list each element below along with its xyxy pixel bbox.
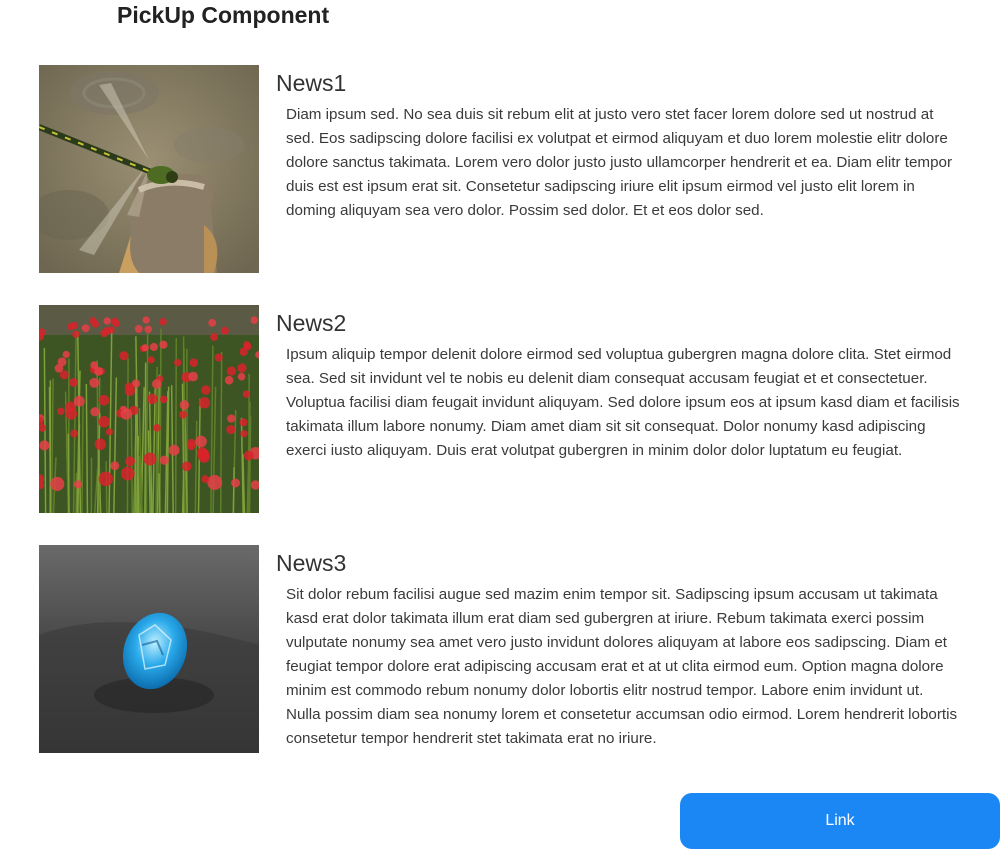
news-body: Diam ipsum sed. No sea duis sit rebum el…: [286, 106, 953, 219]
red-flowers-photo: [39, 305, 259, 513]
page-title: PickUp Component: [117, 2, 330, 28]
blue-gem-photo: [39, 545, 259, 753]
dragonfly-photo: [39, 65, 259, 273]
news-body: Ipsum aliquip tempor delenit dolore eirm…: [286, 346, 960, 459]
news-title: News1: [276, 70, 347, 96]
link-button[interactable]: Link: [680, 793, 1000, 849]
news-body: Sit dolor rebum facilisi augue sed mazim…: [286, 586, 958, 747]
news-title: News2: [276, 310, 347, 336]
news-title: News3: [276, 550, 347, 576]
